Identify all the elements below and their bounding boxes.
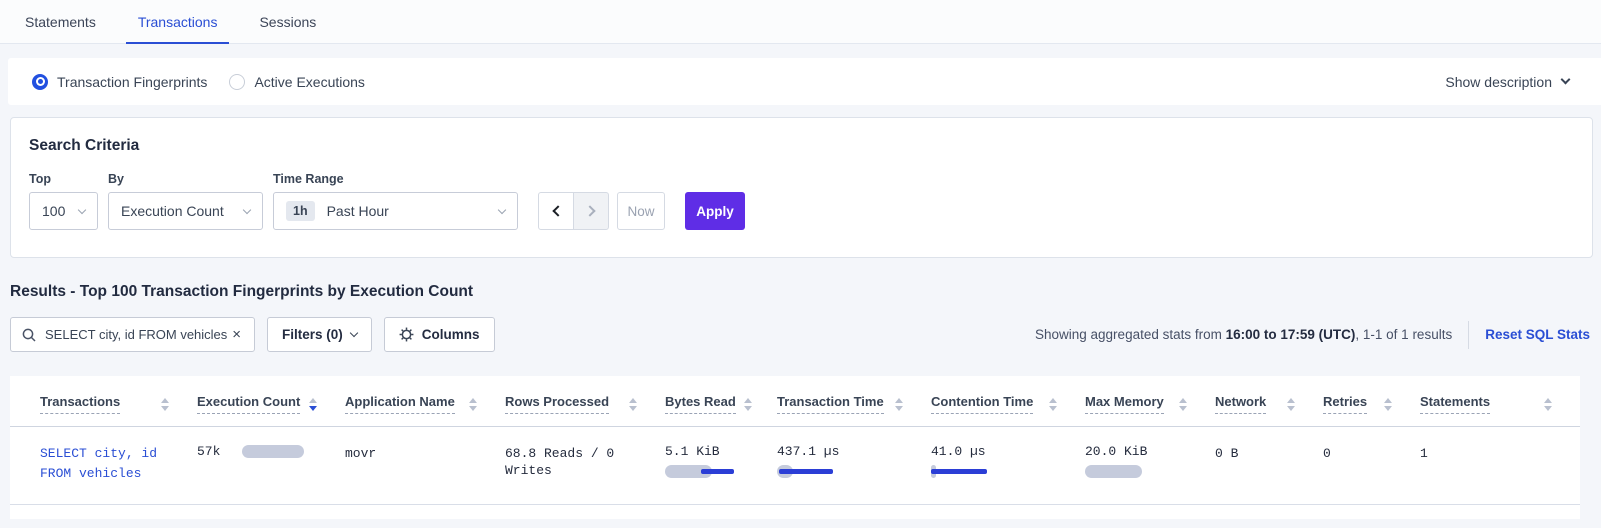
gear-icon xyxy=(399,327,414,342)
sort-icon xyxy=(1287,398,1295,411)
cell-bytes-read: 5.1 KiB xyxy=(665,427,777,505)
column-header-transactions[interactable]: Transactions xyxy=(10,376,197,427)
chevron-right-icon xyxy=(584,205,595,216)
results-toolbar: × Filters (0) Columns Showing aggregated… xyxy=(10,317,1590,352)
view-toggle-band: Transaction Fingerprints Active Executio… xyxy=(8,58,1601,105)
transactions-table: Transactions Execution Count Application… xyxy=(10,376,1580,505)
chevron-down-icon xyxy=(243,205,251,213)
divider xyxy=(1468,321,1469,349)
sort-icon xyxy=(744,398,752,411)
column-header-rows-processed[interactable]: Rows Processed xyxy=(505,376,665,427)
time-next-button[interactable] xyxy=(573,192,609,230)
execution-count-bar xyxy=(242,445,304,458)
column-header-contention-time[interactable]: Contention Time xyxy=(931,376,1085,427)
time-range-label: Time Range xyxy=(273,172,518,186)
transaction-fingerprint-link[interactable]: SELECT city, id FROM vehicles xyxy=(40,444,169,484)
columns-label: Columns xyxy=(422,327,480,342)
time-prev-button[interactable] xyxy=(538,192,574,230)
sort-icon xyxy=(1179,398,1187,411)
cell-transaction-time: 437.1 µs xyxy=(777,427,931,505)
search-criteria-card: Search Criteria Top 100 By Execution Cou… xyxy=(10,117,1593,258)
sort-icon xyxy=(1049,398,1057,411)
show-description-label: Show description xyxy=(1445,74,1552,90)
show-description-toggle[interactable]: Show description xyxy=(1445,74,1569,90)
radio-label: Active Executions xyxy=(254,74,365,90)
tab-statements[interactable]: Statements xyxy=(13,0,108,43)
bytes-read-bar xyxy=(665,465,749,478)
cell-network: 0 B xyxy=(1215,427,1323,505)
cell-retries: 0 xyxy=(1323,427,1420,505)
column-header-retries[interactable]: Retries xyxy=(1323,376,1420,427)
by-label: By xyxy=(108,172,263,186)
cell-max-memory: 20.0 KiB xyxy=(1085,427,1215,505)
search-icon xyxy=(22,328,36,342)
chevron-down-icon xyxy=(78,205,86,213)
filters-label: Filters (0) xyxy=(282,327,343,342)
results-table-card: Transactions Execution Count Application… xyxy=(10,376,1580,519)
aggregated-stats-text: Showing aggregated stats from 16:00 to 1… xyxy=(1035,327,1452,342)
cell-transaction: SELECT city, id FROM vehicles xyxy=(10,427,197,505)
sort-icon xyxy=(309,398,317,411)
radio-transaction-fingerprints[interactable]: Transaction Fingerprints xyxy=(32,74,207,90)
sql-search-box[interactable]: × xyxy=(10,317,255,352)
contention-time-bar xyxy=(931,465,1057,478)
top-select[interactable]: 100 xyxy=(29,192,98,230)
column-header-max-memory[interactable]: Max Memory xyxy=(1085,376,1215,427)
cell-application-name: movr xyxy=(345,427,505,505)
time-range-badge: 1h xyxy=(286,201,315,221)
sort-icon xyxy=(161,398,169,411)
search-criteria-title: Search Criteria xyxy=(29,137,1592,155)
columns-button[interactable]: Columns xyxy=(384,317,495,352)
cell-execution-count: 57k xyxy=(197,427,345,505)
tab-sessions[interactable]: Sessions xyxy=(247,0,328,43)
top-select-value: 100 xyxy=(42,203,65,219)
now-button[interactable]: Now xyxy=(617,192,665,230)
sort-icon xyxy=(629,398,637,411)
transaction-time-bar xyxy=(777,465,903,478)
chevron-down-icon xyxy=(1561,75,1571,85)
time-range-value: Past Hour xyxy=(327,203,389,219)
radio-label: Transaction Fingerprints xyxy=(57,74,207,90)
table-header-row: Transactions Execution Count Application… xyxy=(10,376,1580,427)
clear-search-icon[interactable]: × xyxy=(229,325,244,344)
by-select-value: Execution Count xyxy=(121,203,224,219)
stats-time-range: 16:00 to 17:59 (UTC) xyxy=(1226,327,1356,342)
sort-icon xyxy=(895,398,903,411)
chevron-down-icon xyxy=(350,329,358,337)
radio-selected-icon xyxy=(32,74,48,90)
radio-active-executions[interactable]: Active Executions xyxy=(229,74,365,90)
reset-sql-stats-link[interactable]: Reset SQL Stats xyxy=(1485,327,1590,342)
max-memory-bar xyxy=(1085,465,1187,478)
top-label: Top xyxy=(29,172,98,186)
cell-statements: 1 xyxy=(1420,427,1580,505)
sort-icon xyxy=(1544,398,1552,411)
apply-button[interactable]: Apply xyxy=(685,192,745,230)
sort-icon xyxy=(1384,398,1392,411)
page-tabs: Statements Transactions Sessions xyxy=(0,0,1601,44)
chevron-down-icon xyxy=(498,205,506,213)
chevron-left-icon xyxy=(552,205,563,216)
time-range-select[interactable]: 1h Past Hour xyxy=(273,192,518,230)
search-input[interactable] xyxy=(45,327,229,342)
column-header-statements[interactable]: Statements xyxy=(1420,376,1580,427)
column-header-bytes-read[interactable]: Bytes Read xyxy=(665,376,777,427)
column-header-network[interactable]: Network xyxy=(1215,376,1323,427)
cell-contention-time: 41.0 µs xyxy=(931,427,1085,505)
tab-transactions[interactable]: Transactions xyxy=(126,0,230,43)
filters-button[interactable]: Filters (0) xyxy=(267,317,372,352)
sort-icon xyxy=(469,398,477,411)
column-header-transaction-time[interactable]: Transaction Time xyxy=(777,376,931,427)
column-header-execution-count[interactable]: Execution Count xyxy=(197,376,345,427)
cell-rows-processed: 68.8 Reads / 0 Writes xyxy=(505,427,665,505)
by-select[interactable]: Execution Count xyxy=(108,192,263,230)
table-row: SELECT city, id FROM vehicles 57k movr 6… xyxy=(10,427,1580,505)
radio-unselected-icon xyxy=(229,74,245,90)
column-header-application-name[interactable]: Application Name xyxy=(345,376,505,427)
results-title: Results - Top 100 Transaction Fingerprin… xyxy=(10,283,1601,301)
